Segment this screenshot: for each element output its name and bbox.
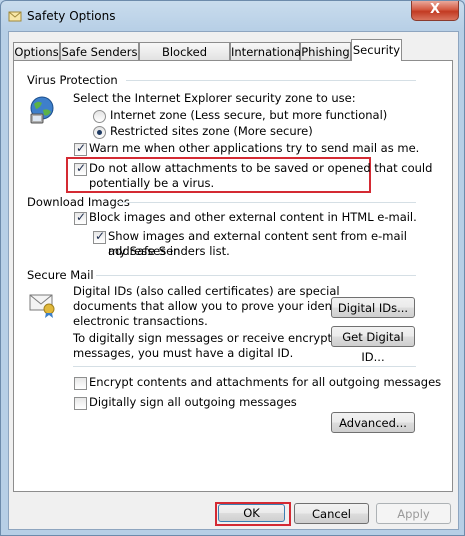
download-images-heading: Download Images [27, 195, 130, 209]
checkmark-icon: ✓ [76, 161, 87, 175]
get-digital-id-button[interactable]: Get Digital ID... [331, 326, 415, 364]
warn-send-mail-checkbox[interactable]: ✓ [74, 141, 87, 156]
restricted-zone-radio[interactable] [93, 126, 106, 139]
close-button[interactable]: X [411, 1, 459, 21]
advanced-button[interactable]: Advanced... [331, 412, 415, 433]
tab-label: Options [14, 45, 59, 59]
sign-outgoing-label: Digitally sign all outgoing messages [89, 395, 297, 409]
cancel-button[interactable]: Cancel [294, 503, 369, 524]
section-divider [116, 202, 416, 203]
show-safe-senders-images-checkbox[interactable]: ✓ [93, 229, 106, 244]
show-safe-senders-label-line2: my Safe Senders list. [108, 244, 230, 258]
dialog-client: Options Safe Senders Blocked Senders Int… [8, 31, 459, 530]
tab-label: International [231, 45, 305, 59]
sign-outgoing-checkbox[interactable] [74, 397, 87, 410]
tab-blocked-senders[interactable]: Blocked Senders [139, 42, 230, 77]
title-bar[interactable]: Safety Options X [1, 1, 464, 31]
safety-options-window: Safety Options X Options Safe Senders Bl… [0, 0, 465, 536]
tab-label: Security [352, 43, 401, 57]
radio-selected-dot [97, 130, 102, 135]
restricted-zone-label: Restricted sites zone (More secure) [110, 124, 313, 138]
security-panel: Virus Protection Select the Internet Exp… [13, 60, 453, 492]
block-attachments-label-line2: potentially be a virus. [89, 176, 215, 190]
tab-options[interactable]: Options [13, 42, 60, 60]
warn-send-mail-label: Warn me when other applications try to s… [89, 141, 420, 155]
section-divider [126, 80, 416, 81]
tab-label: Safe Senders [61, 45, 138, 59]
section-divider [73, 366, 416, 367]
internet-zone-label: Internet zone (Less secure, but more fun… [110, 108, 388, 122]
sign-text-line2: messages, you must have a digital ID. [73, 346, 294, 360]
certificate-envelope-icon [29, 294, 55, 318]
app-envelope-icon [8, 11, 22, 22]
tab-international[interactable]: International [230, 42, 304, 60]
ok-button[interactable]: OK [218, 504, 285, 522]
secure-mail-heading: Secure Mail [27, 268, 94, 282]
block-attachments-label-line1: Do not allow attachments to be saved or … [89, 161, 433, 175]
window-title: Safety Options [27, 9, 116, 23]
globe-shield-icon [30, 96, 54, 124]
digital-ids-text-line1: Digital IDs (also called certificates) a… [73, 284, 340, 298]
digital-ids-text-line2: documents that allow you to prove your i… [73, 299, 366, 313]
digital-ids-button[interactable]: Digital IDs... [331, 297, 415, 318]
checkmark-icon: ✓ [76, 210, 87, 224]
block-images-checkbox[interactable]: ✓ [74, 210, 87, 225]
encrypt-outgoing-label: Encrypt contents and attachments for all… [89, 375, 442, 389]
block-images-label: Block images and other external content … [89, 210, 417, 224]
internet-zone-radio[interactable] [93, 110, 106, 123]
digital-ids-text-line3: electronic transactions. [73, 314, 208, 328]
encrypt-outgoing-checkbox[interactable] [74, 377, 87, 390]
apply-button[interactable]: Apply [376, 503, 451, 524]
tab-security[interactable]: Security [351, 39, 402, 61]
tab-label: Phishing [301, 45, 350, 59]
close-icon: X [429, 2, 441, 17]
section-divider [96, 275, 416, 276]
sign-text-line1: To digitally sign messages or receive en… [73, 331, 347, 345]
tab-phishing[interactable]: Phishing [300, 42, 351, 60]
checkmark-icon: ✓ [76, 141, 87, 155]
zone-prompt: Select the Internet Explorer security zo… [73, 91, 356, 105]
checkmark-icon: ✓ [95, 229, 106, 243]
tab-safe-senders[interactable]: Safe Senders [60, 42, 139, 60]
virus-protection-heading: Virus Protection [27, 73, 118, 87]
block-attachments-checkbox[interactable]: ✓ [74, 161, 87, 176]
